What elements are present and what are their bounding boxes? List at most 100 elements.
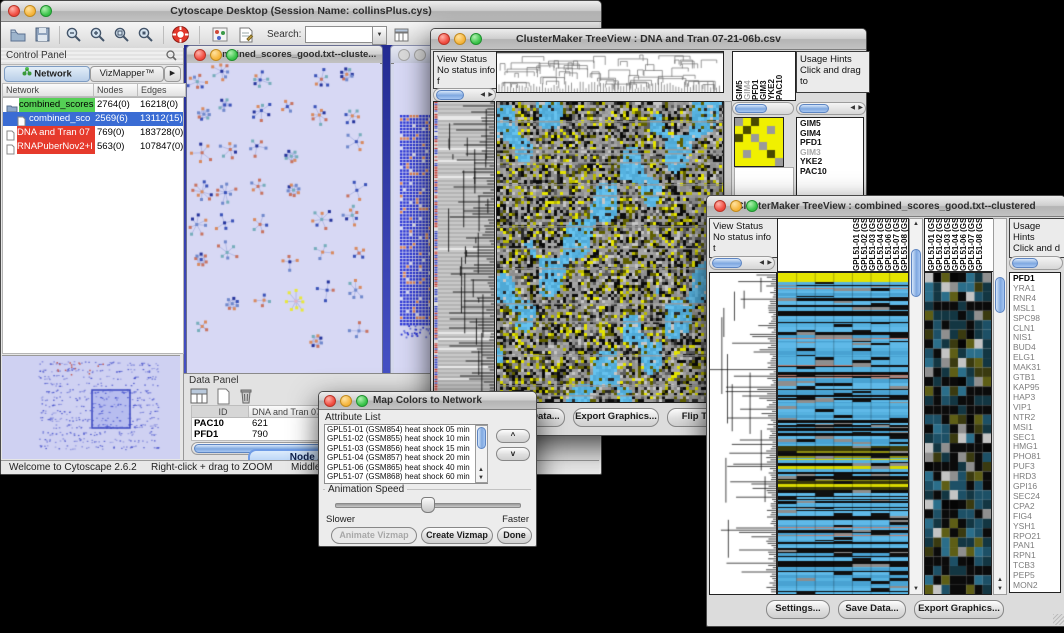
close-icon[interactable] <box>714 200 726 212</box>
slider-thumb[interactable] <box>421 497 435 513</box>
search-input[interactable] <box>305 26 373 43</box>
scrollbar-thumb[interactable] <box>735 104 767 113</box>
scroll-down-icon[interactable]: ▼ <box>478 475 484 481</box>
window-controls[interactable] <box>194 49 238 61</box>
column-label[interactable]: GPL51-02 (GSM855) <box>935 219 943 271</box>
zoom-out-icon[interactable] <box>65 26 83 49</box>
attribute-item[interactable]: GPL51-02 (GSM855) heat shock 10 min <box>325 434 487 443</box>
heatmap-zoom[interactable] <box>924 272 992 595</box>
dialog-titlebar[interactable]: Map Colors to Network <box>319 392 536 410</box>
scroll-up-icon[interactable]: ▲ <box>997 577 1003 583</box>
resize-grip[interactable] <box>1053 614 1064 625</box>
column-label[interactable]: PFD1 <box>751 52 759 100</box>
col-header-edges[interactable]: Edges <box>137 83 186 97</box>
treeview1-titlebar[interactable]: ClusterMaker TreeView : DNA and Tran 07-… <box>431 29 866 50</box>
zoom-window-icon[interactable] <box>470 33 482 45</box>
column-label[interactable]: GPL51-03 (GSM856) <box>943 219 951 271</box>
scroll-down-icon[interactable]: ▼ <box>997 586 1003 592</box>
minimize-icon[interactable] <box>454 33 466 45</box>
scroll-left-icon[interactable]: ◀ <box>850 105 855 111</box>
column-label[interactable]: GPL51-07 (GSM868) <box>967 219 975 271</box>
gene-label[interactable]: PAC10 <box>800 167 863 177</box>
scrollbar-thumb[interactable] <box>712 258 742 268</box>
window-controls[interactable] <box>438 33 482 45</box>
scroll-left-icon[interactable]: ◀ <box>759 260 764 266</box>
scroll-up-icon[interactable]: ▲ <box>913 221 919 227</box>
column-label[interactable]: GPL51-07 (GSM868) <box>892 219 900 271</box>
attribute-item[interactable]: GPL51-07 (GSM868) heat shock 60 min <box>325 472 487 481</box>
save-data-button[interactable]: Save Data... <box>838 600 906 619</box>
search-dropdown-button[interactable]: ▼ <box>372 26 387 45</box>
scroll-up-icon[interactable]: ▲ <box>478 467 484 473</box>
network-row-selected[interactable]: combined_sco 2569(6) 13112(15) <box>3 112 183 126</box>
zoom-window-icon[interactable] <box>356 395 368 407</box>
network-view-canvas[interactable] <box>187 63 380 373</box>
column-label[interactable]: GPL51-02 (GSM855) <box>860 219 868 271</box>
heatmap-vscrollbar[interactable]: ▲ ▼ <box>909 218 923 595</box>
scrollbar-thumb[interactable] <box>436 90 464 100</box>
scroll-down-icon[interactable]: ▼ <box>913 586 919 592</box>
window-controls[interactable] <box>324 395 368 407</box>
attribute-item[interactable]: GPL51-03 (GSM856) heat shock 15 min <box>325 444 487 453</box>
heatmap-global[interactable] <box>777 272 909 595</box>
treeview2-titlebar[interactable]: ClusterMaker TreeView : combined_scores_… <box>707 196 1064 217</box>
col-header-nodes[interactable]: Nodes <box>93 83 140 97</box>
matrix-hscrollbar[interactable] <box>732 102 794 115</box>
zoom-vscrollbar[interactable]: ▲ ▼ <box>993 218 1007 595</box>
scroll-right-icon[interactable]: ▶ <box>858 105 863 111</box>
tab-vizmapper[interactable]: VizMapper™ <box>90 66 164 82</box>
close-icon[interactable] <box>194 49 206 61</box>
column-label[interactable]: GPL51-06 (GSM865) <box>884 219 892 271</box>
minimize-icon[interactable] <box>730 200 742 212</box>
column-label[interactable]: GPL51-03 (GSM856) <box>868 219 876 271</box>
column-label[interactable]: YKE2 <box>767 52 775 100</box>
column-label[interactable]: GPL51-06 (GSM865) <box>959 219 967 271</box>
column-label[interactable]: PAC10 <box>775 52 783 100</box>
minimize-icon[interactable] <box>24 5 36 17</box>
network-row[interactable]: combined_scores 2764(0) 16218(0) <box>3 98 183 112</box>
main-titlebar[interactable]: Cytoscape Desktop (Session Name: collins… <box>1 1 601 22</box>
window-controls[interactable] <box>714 200 758 212</box>
export-graphics-button[interactable]: Export Graphics... <box>914 600 1004 619</box>
scrollbar-thumb[interactable] <box>911 249 921 297</box>
column-label[interactable]: GIM5 <box>735 52 743 100</box>
labels-hscrollbar[interactable] <box>1009 256 1063 270</box>
close-icon[interactable] <box>324 395 336 407</box>
gene-label[interactable]: MSI1 <box>1013 423 1060 433</box>
export-graphics-button[interactable]: Export Graphics... <box>573 408 659 427</box>
col-header-network[interactable]: Network <box>2 83 96 97</box>
heatmap-zoom[interactable] <box>734 117 784 167</box>
column-label[interactable]: GPL51-01 (GSM854) <box>852 219 860 271</box>
column-label[interactable]: GPL51-04 (GSM857) <box>951 219 959 271</box>
window-controls[interactable] <box>8 5 52 17</box>
move-down-button[interactable]: v <box>496 447 530 461</box>
gene-label[interactable]: MON2 <box>1013 581 1060 591</box>
minimize-icon[interactable] <box>340 395 352 407</box>
close-icon[interactable] <box>438 33 450 45</box>
done-button[interactable]: Done <box>497 527 532 544</box>
move-up-button[interactable]: ^ <box>496 429 530 443</box>
heatmap-global[interactable] <box>496 101 724 403</box>
zoom-in-icon[interactable] <box>89 26 107 49</box>
zoom-window-icon[interactable] <box>226 49 238 61</box>
zoom-window-icon[interactable] <box>746 200 758 212</box>
row-dendrogram[interactable] <box>433 101 495 403</box>
scrollbar-thumb[interactable] <box>1012 258 1038 268</box>
zoom-window-icon[interactable] <box>40 5 52 17</box>
column-dendrogram[interactable] <box>496 51 724 93</box>
attribute-list-vscrollbar[interactable]: ▲ ▼ <box>475 425 488 483</box>
network-row[interactable]: RNAPuberNov2+I 563(0) 107847(0) <box>3 140 183 154</box>
row-dendrogram[interactable] <box>709 272 777 595</box>
minimize-icon[interactable] <box>414 49 426 61</box>
float-panel-icon[interactable] <box>165 49 178 67</box>
column-label[interactable]: GPL51-04 (GSM857) <box>876 219 884 271</box>
attribute-item[interactable]: GPL51-01 (GSM854) heat shock 05 min <box>325 425 487 434</box>
close-icon[interactable] <box>8 5 20 17</box>
scrollbar-thumb[interactable] <box>995 277 1005 313</box>
column-label[interactable]: GIM3 <box>759 52 767 100</box>
scrollbar-thumb[interactable] <box>477 427 486 449</box>
labels-hscrollbar[interactable]: ◀ ▶ <box>796 102 866 115</box>
column-label[interactable]: GPL51-01 (GSM854) <box>927 219 935 271</box>
zoom-fit-icon[interactable] <box>113 26 131 49</box>
treeview2-hscrollbar[interactable]: ◀ ▶ <box>709 256 775 270</box>
